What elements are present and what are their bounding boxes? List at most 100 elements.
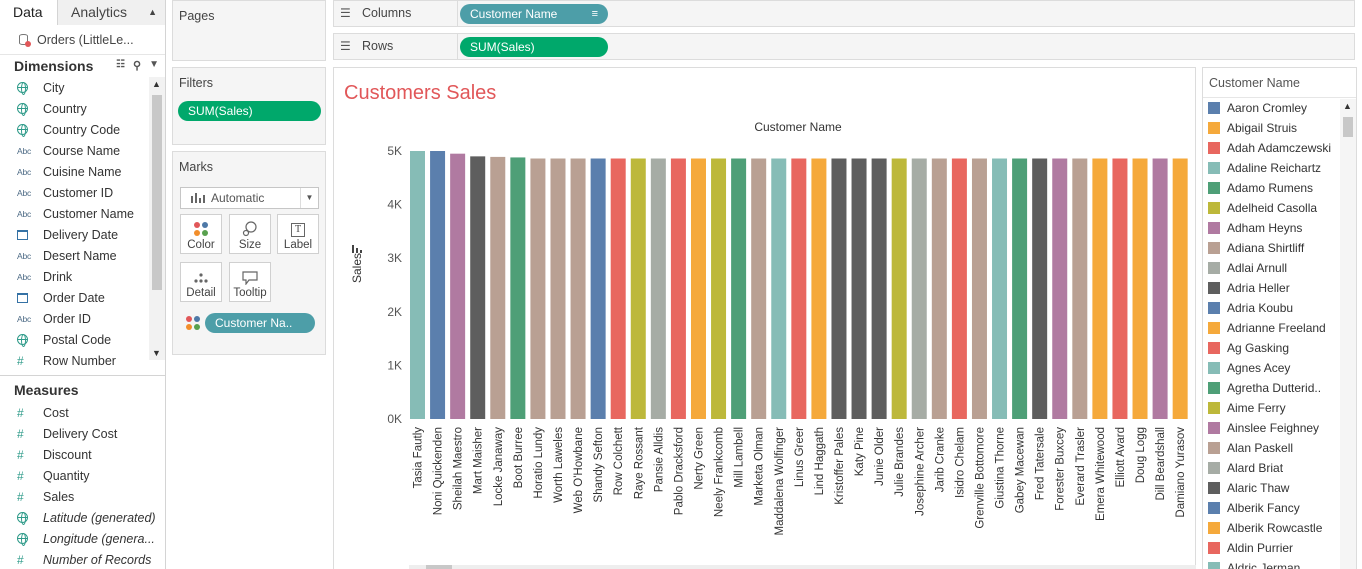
legend-item[interactable]: Adelheid Casolla — [1208, 198, 1317, 218]
color-button[interactable]: Color — [180, 214, 222, 254]
filter-pill-sum-sales[interactable]: SUM(Sales) — [178, 101, 321, 121]
tab-data[interactable]: Data — [0, 0, 57, 25]
field-item[interactable]: Abc Order ID — [0, 308, 165, 329]
rows-shelf[interactable]: ☰ Rows SUM(Sales) — [333, 33, 1355, 60]
tab-analytics[interactable]: Analytics ▲ — [57, 0, 165, 25]
bar[interactable] — [1172, 158, 1188, 419]
rows-pill-sum-sales[interactable]: SUM(Sales) — [460, 37, 608, 57]
bar[interactable] — [891, 158, 907, 419]
legend-item[interactable]: Aime Ferry — [1208, 398, 1286, 418]
search-icon[interactable]: ⚲ — [133, 59, 141, 72]
field-item[interactable]: # Delivery Cost — [0, 423, 165, 444]
field-item[interactable]: # Quantity — [0, 465, 165, 486]
bar[interactable] — [731, 158, 747, 419]
horizontal-scrollbar[interactable] — [409, 565, 1196, 569]
bar[interactable] — [971, 158, 987, 419]
field-item[interactable]: Longitude (genera... — [0, 528, 165, 549]
field-item[interactable]: Abc Desert Name — [0, 245, 165, 266]
pages-card[interactable]: Pages — [172, 0, 326, 61]
columns-shelf[interactable]: ☰ Columns Customer Name ≡ — [333, 0, 1355, 27]
field-item[interactable]: Abc Cuisine Name — [0, 161, 165, 182]
bar[interactable] — [550, 158, 566, 419]
bar[interactable] — [992, 158, 1008, 419]
sort-descending-icon[interactable]: ≡ — [592, 4, 598, 24]
size-button[interactable]: Size — [229, 214, 271, 254]
bar[interactable] — [690, 158, 706, 419]
legend-item[interactable]: Adah Adamczewski — [1208, 138, 1331, 158]
tooltip-button[interactable]: Tooltip — [229, 262, 271, 302]
field-item[interactable]: City — [0, 77, 165, 98]
bar[interactable] — [430, 151, 446, 419]
bar[interactable] — [1072, 158, 1088, 419]
field-item[interactable]: Abc Drink — [0, 266, 165, 287]
chevron-down-icon[interactable]: ▼ — [300, 188, 318, 208]
legend-item[interactable]: Adria Koubu — [1208, 298, 1293, 318]
bar[interactable] — [490, 156, 506, 419]
bar[interactable] — [911, 158, 927, 419]
legend-item[interactable]: Aaron Cromley — [1208, 98, 1307, 118]
legend-item[interactable]: Aldric Jerman — [1208, 558, 1300, 569]
bar[interactable] — [590, 158, 606, 419]
datasource-item[interactable]: Orders (LittleLe... — [0, 25, 165, 55]
scroll-up-icon[interactable]: ▲ — [1343, 101, 1352, 111]
field-item[interactable]: # Cost — [0, 402, 165, 423]
field-item[interactable]: Country Code — [0, 119, 165, 140]
detail-button[interactable]: Detail — [180, 262, 222, 302]
field-item[interactable]: Order Date — [0, 287, 165, 308]
field-item[interactable]: Country — [0, 98, 165, 119]
bar[interactable] — [670, 158, 686, 419]
bar[interactable] — [450, 153, 466, 419]
bar[interactable] — [510, 157, 526, 419]
bar[interactable] — [951, 158, 967, 419]
field-item[interactable]: # Sales — [0, 486, 165, 507]
marks-pill-customer-name[interactable]: Customer Na.. — [205, 313, 315, 333]
legend-item[interactable]: Alard Briat — [1208, 458, 1283, 478]
bar[interactable] — [1092, 158, 1108, 419]
mark-type-dropdown[interactable]: Automatic ▼ — [180, 187, 319, 209]
bar[interactable] — [1112, 158, 1128, 419]
legend-item[interactable]: Adria Heller — [1208, 278, 1290, 298]
legend-item[interactable]: Ainslee Feighney — [1208, 418, 1319, 438]
legend-item[interactable]: Alberik Rowcastle — [1208, 518, 1322, 538]
columns-pill-customer-name[interactable]: Customer Name ≡ — [460, 4, 608, 24]
bar[interactable] — [1032, 158, 1048, 419]
bar[interactable] — [1052, 158, 1068, 419]
bar[interactable] — [831, 158, 847, 419]
bar[interactable] — [410, 151, 425, 419]
bar[interactable] — [1152, 158, 1168, 419]
filters-card[interactable]: Filters SUM(Sales) — [172, 67, 326, 145]
bar[interactable] — [751, 158, 767, 419]
view-list-icon[interactable]: ☷ — [116, 59, 125, 72]
scroll-down-icon[interactable]: ▼ — [152, 348, 161, 358]
legend-item[interactable]: Agnes Acey — [1208, 358, 1290, 378]
legend-item[interactable]: Alan Paskell — [1208, 438, 1293, 458]
field-item[interactable]: Postal Code — [0, 329, 165, 350]
legend-item[interactable]: Adlai Arnull — [1208, 258, 1287, 278]
legend-item[interactable]: Alberik Fancy — [1208, 498, 1300, 518]
field-item[interactable]: # Number of Records — [0, 549, 165, 569]
bar[interactable] — [1132, 158, 1148, 419]
legend-item[interactable]: Adrianne Freeland — [1208, 318, 1326, 338]
legend-item[interactable]: Abigail Struis — [1208, 118, 1297, 138]
field-item[interactable]: # Row Number — [0, 350, 165, 371]
bar[interactable] — [931, 158, 947, 419]
legend-scrollbar[interactable]: ▲ — [1340, 99, 1356, 569]
field-item[interactable]: Abc Customer ID — [0, 182, 165, 203]
legend-item[interactable]: Adham Heyns — [1208, 218, 1302, 238]
bar[interactable] — [771, 158, 787, 419]
bar[interactable] — [851, 158, 867, 419]
scroll-up-icon[interactable]: ▲ — [152, 79, 161, 89]
bar[interactable] — [811, 158, 827, 419]
field-item[interactable]: Abc Course Name — [0, 140, 165, 161]
legend-item[interactable]: Agretha Dutterid.. — [1208, 378, 1321, 398]
bar[interactable] — [1012, 158, 1028, 419]
legend-item[interactable]: Adiana Shirtliff — [1208, 238, 1304, 258]
sort-icon[interactable] — [352, 245, 362, 253]
legend-item[interactable]: Adaline Reichartz — [1208, 158, 1321, 178]
bar[interactable] — [570, 158, 586, 419]
field-item[interactable]: # Discount — [0, 444, 165, 465]
menu-caret-icon[interactable]: ▼ — [149, 59, 159, 72]
bar[interactable] — [871, 158, 887, 419]
legend-item[interactable]: Aldin Purrier — [1208, 538, 1293, 558]
field-item[interactable]: Delivery Date — [0, 224, 165, 245]
